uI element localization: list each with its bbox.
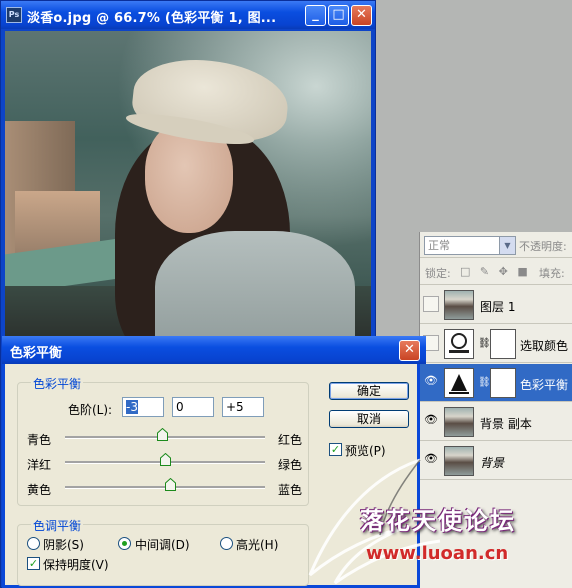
preview-checkbox[interactable]: ✓ (329, 443, 342, 456)
blend-mode-value: 正常 (428, 239, 450, 252)
color-balance-legend: 色彩平衡 (31, 375, 84, 392)
opacity-label: 不透明度: (519, 240, 567, 253)
fill-label: 填充: (539, 267, 565, 280)
document-title: 淡香o.jpg @ 66.7% (色彩平衡 1, 图... (27, 11, 277, 26)
color-balance-dialog: 色彩平衡 ✕ 色彩平衡 色阶(L): -3 0 +5 青色 红色 洋红 绿色 黄… (2, 336, 426, 588)
slider-left-label: 黄色 (27, 483, 52, 497)
layer-name: 色彩平衡 (520, 378, 569, 392)
level-cyan-red-input[interactable]: -3 (122, 397, 164, 417)
layer-row-background-copy[interactable]: 👁 背景 副本 (420, 403, 572, 441)
ok-button[interactable]: 确定 (329, 382, 409, 400)
layer-name: 选取颜色 (520, 339, 569, 353)
layer-thumbnail (444, 290, 474, 320)
preview-label[interactable]: 预览(P) (345, 442, 386, 459)
slider-thumb[interactable] (160, 453, 171, 466)
adjustment-thumbnail (444, 368, 474, 398)
slider-left-label: 洋红 (27, 458, 52, 472)
lock-icons[interactable]: □ ✎ ✥ ■ (460, 265, 531, 278)
mask-thumbnail (490, 368, 516, 398)
dialog-titlebar[interactable]: 色彩平衡 ✕ (2, 336, 426, 364)
layer-thumbnail (444, 407, 474, 437)
maximize-button[interactable]: □ (328, 5, 349, 26)
layer-name: 图层 1 (480, 300, 516, 314)
layer-row-selective-color[interactable]: ⛓ 选取颜色 (420, 325, 572, 363)
layers-panel: 正常 ▼ 不透明度: 锁定: □ ✎ ✥ ■ 填充: 图层 1 ⛓ 选取颜色 👁… (419, 232, 572, 588)
link-icon[interactable]: ⛓ (478, 377, 491, 388)
slider-right-label: 红色 (278, 433, 303, 447)
midtones-label[interactable]: 中间调(D) (135, 536, 190, 553)
close-button[interactable]: ✕ (351, 5, 372, 26)
layer-row-color-balance[interactable]: 👁 ⛓ 色彩平衡 (420, 364, 572, 402)
layer-name: 背景 (480, 456, 505, 470)
minimize-button[interactable]: _ (305, 5, 326, 26)
layers-lock-row: 锁定: □ ✎ ✥ ■ 填充: (420, 259, 572, 285)
mask-thumbnail (490, 329, 516, 359)
slider-thumb[interactable] (157, 428, 168, 441)
preserve-luminosity-checkbox[interactable]: ✓ (27, 557, 40, 570)
layer-row-layer1[interactable]: 图层 1 (420, 286, 572, 324)
highlights-label[interactable]: 高光(H) (236, 536, 278, 553)
photoshop-icon: Ps (6, 7, 22, 23)
cancel-button[interactable]: 取消 (329, 410, 409, 428)
layer-thumbnail (444, 446, 474, 476)
layer-row-background[interactable]: 👁 背景 (420, 442, 572, 480)
level-magenta-green-input[interactable]: 0 (172, 397, 214, 417)
levels-label: 色阶(L): (68, 403, 113, 417)
dialog-title: 色彩平衡 (10, 346, 63, 361)
document-canvas[interactable] (5, 31, 371, 339)
slider-thumb[interactable] (165, 478, 176, 491)
slider-right-label: 绿色 (278, 458, 303, 472)
level-yellow-blue-input[interactable]: +5 (222, 397, 264, 417)
blend-mode-select[interactable]: 正常 ▼ (424, 236, 516, 255)
link-icon[interactable]: ⛓ (478, 338, 491, 349)
document-titlebar[interactable]: Ps 淡香o.jpg @ 66.7% (色彩平衡 1, 图... _ □ ✕ (1, 1, 375, 29)
slider-right-label: 蓝色 (278, 483, 303, 497)
eye-icon[interactable]: 👁 (423, 452, 439, 468)
visibility-toggle[interactable] (423, 296, 439, 312)
chevron-down-icon[interactable]: ▼ (499, 237, 515, 254)
layers-options-row: 正常 ▼ 不透明度: (420, 232, 572, 258)
portrait-photo (5, 31, 371, 339)
slider-left-label: 青色 (27, 433, 52, 447)
adjustment-thumbnail (444, 329, 474, 359)
close-button[interactable]: ✕ (399, 340, 420, 361)
shadows-radio[interactable] (27, 537, 40, 550)
highlights-radio[interactable] (220, 537, 233, 550)
lock-label: 锁定: (425, 267, 451, 280)
eye-icon[interactable]: 👁 (423, 413, 439, 429)
preserve-luminosity-label[interactable]: 保持明度(V) (43, 556, 109, 573)
eye-icon[interactable]: 👁 (423, 374, 439, 390)
tone-balance-legend: 色调平衡 (31, 517, 84, 534)
midtones-radio[interactable] (118, 537, 131, 550)
shadows-label[interactable]: 阴影(S) (43, 536, 84, 553)
layer-name: 背景 副本 (480, 417, 532, 431)
